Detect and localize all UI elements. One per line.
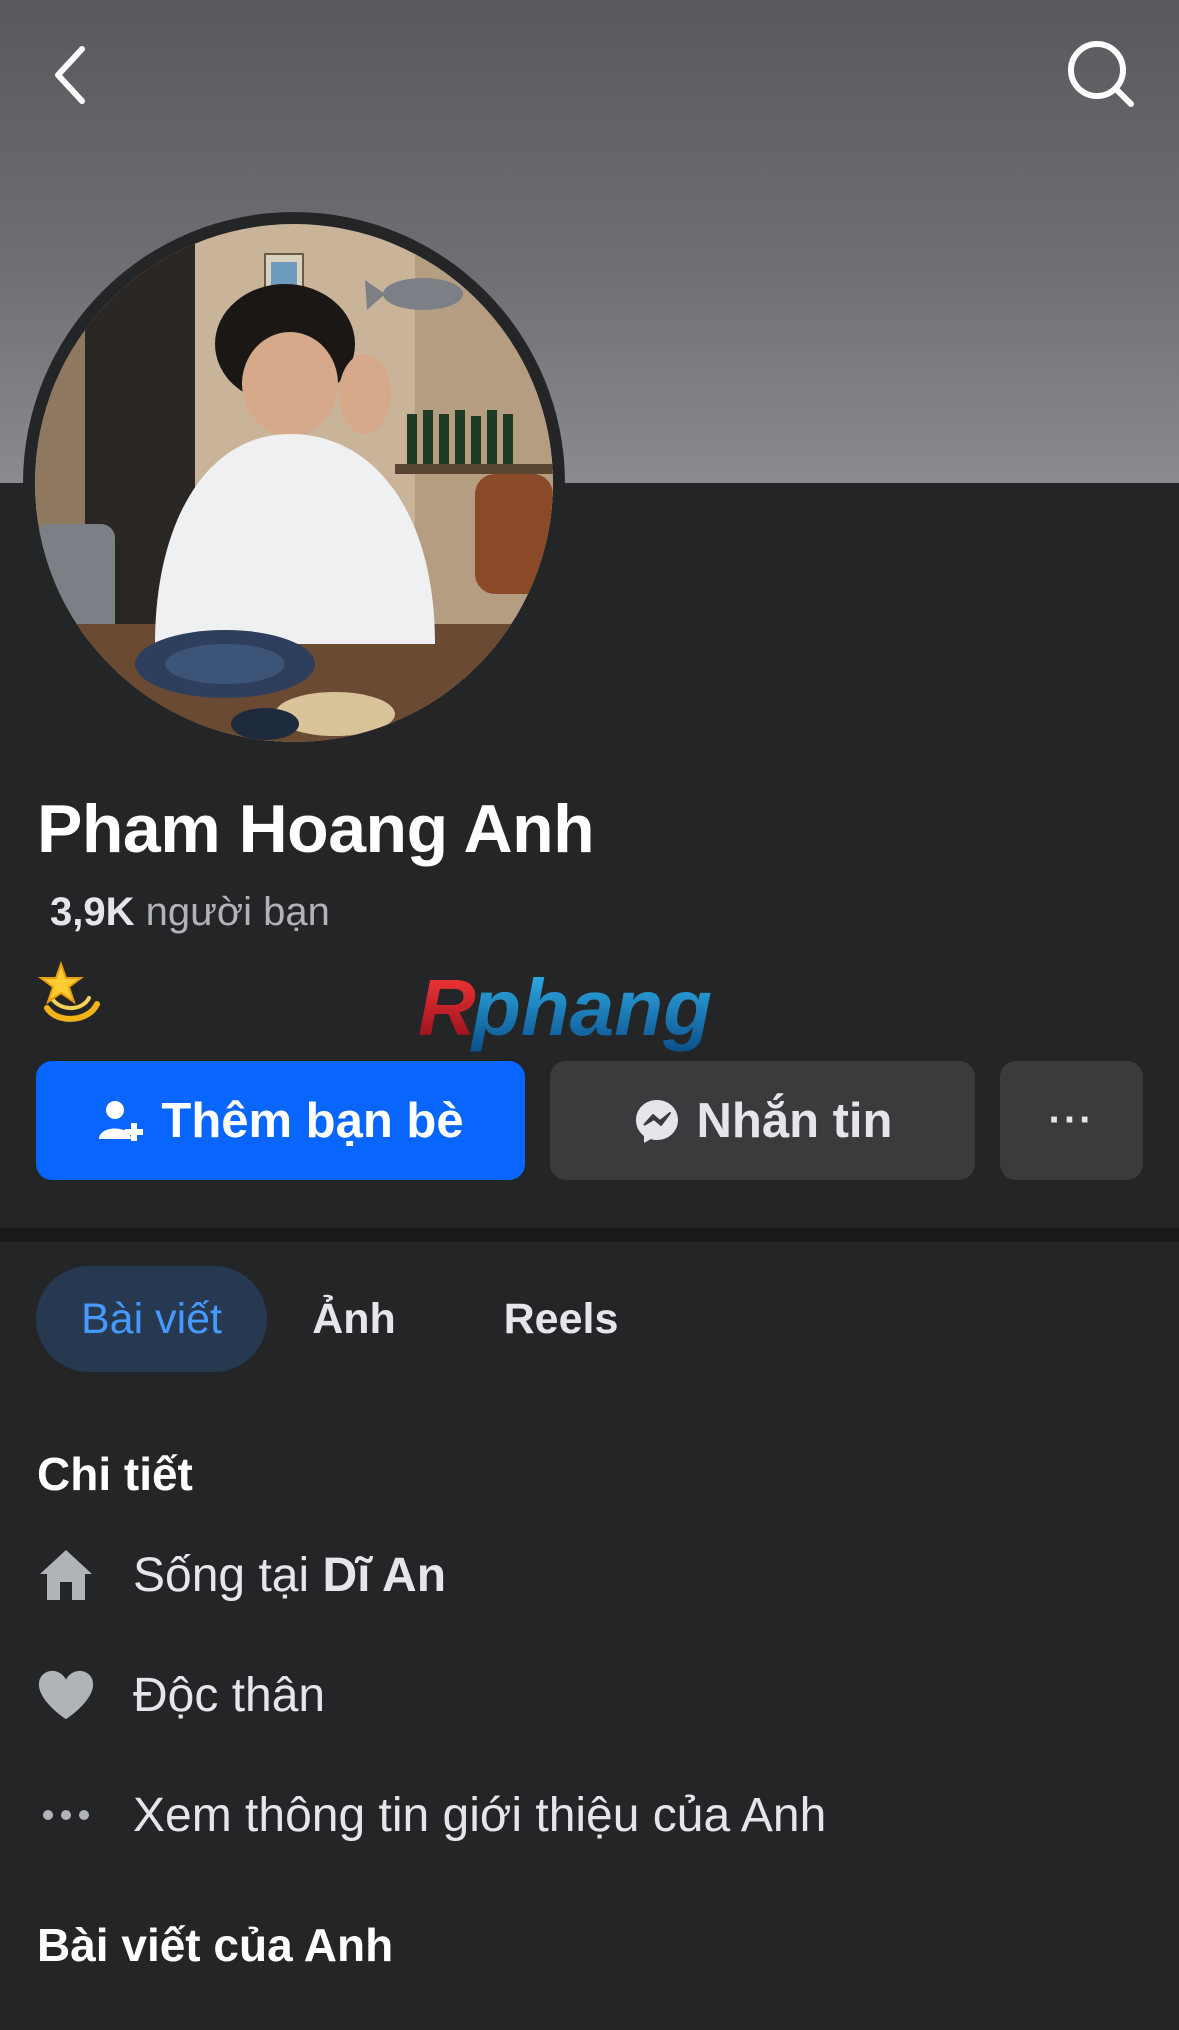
watermark-logo: R phang bbox=[418, 965, 712, 1052]
tab-reels[interactable]: Reels bbox=[476, 1266, 646, 1372]
back-button[interactable] bbox=[40, 40, 100, 110]
search-button[interactable] bbox=[1063, 36, 1139, 112]
message-label: Nhắn tin bbox=[696, 1093, 893, 1148]
tab-photos[interactable]: Ảnh bbox=[294, 1266, 414, 1372]
relationship-status: Độc thân bbox=[133, 1668, 326, 1722]
profile-tabs: Bài viết Ảnh Reels bbox=[36, 1266, 1143, 1372]
profile-picture[interactable] bbox=[35, 224, 553, 742]
lives-in-prefix: Sống tại bbox=[133, 1548, 310, 1602]
message-button[interactable]: Nhắn tin bbox=[550, 1061, 975, 1180]
detail-see-about[interactable]: Xem thông tin giới thiệu của Anh bbox=[37, 1780, 1137, 1850]
more-options-button[interactable]: ··· bbox=[1000, 1061, 1143, 1180]
profile-name: Pham Hoang Anh bbox=[37, 791, 595, 867]
lives-in-place: Dĩ An bbox=[322, 1548, 447, 1602]
section-divider bbox=[0, 1228, 1179, 1242]
details-title: Chi tiết bbox=[37, 1448, 193, 1500]
chevron-left-icon bbox=[55, 46, 85, 104]
heart-icon bbox=[37, 1666, 95, 1724]
svg-text:phang: phang bbox=[470, 965, 712, 1052]
home-icon bbox=[37, 1546, 95, 1604]
friends-count[interactable]: 3,9K người bạn bbox=[50, 890, 330, 935]
detail-relationship: Độc thân bbox=[37, 1660, 1137, 1730]
search-icon bbox=[1068, 41, 1134, 107]
add-friend-icon bbox=[99, 1100, 144, 1141]
see-about-link: Xem thông tin giới thiệu của Anh bbox=[133, 1788, 827, 1842]
dizzy-star-icon bbox=[37, 960, 107, 1030]
more-options-icon: ··· bbox=[1048, 1098, 1095, 1142]
profile-actions: Thêm bạn bè Nhắn tin ··· bbox=[36, 1061, 1143, 1180]
profile-picture-frame[interactable] bbox=[23, 212, 565, 754]
friends-count-value: 3,9K bbox=[50, 890, 135, 934]
tab-posts[interactable]: Bài viết bbox=[36, 1266, 267, 1372]
detail-lives-in[interactable]: Sống tại Dĩ An bbox=[37, 1540, 1137, 1610]
add-friend-button[interactable]: Thêm bạn bè bbox=[36, 1061, 525, 1180]
profile-photo-illustration bbox=[35, 224, 553, 742]
messenger-icon bbox=[635, 1099, 678, 1143]
ellipsis-icon bbox=[37, 1786, 95, 1844]
friends-count-label: người bạn bbox=[145, 890, 330, 934]
svg-text:R: R bbox=[418, 965, 476, 1052]
add-friend-label: Thêm bạn bè bbox=[161, 1093, 464, 1148]
posts-title: Bài viết của Anh bbox=[37, 1919, 394, 1971]
